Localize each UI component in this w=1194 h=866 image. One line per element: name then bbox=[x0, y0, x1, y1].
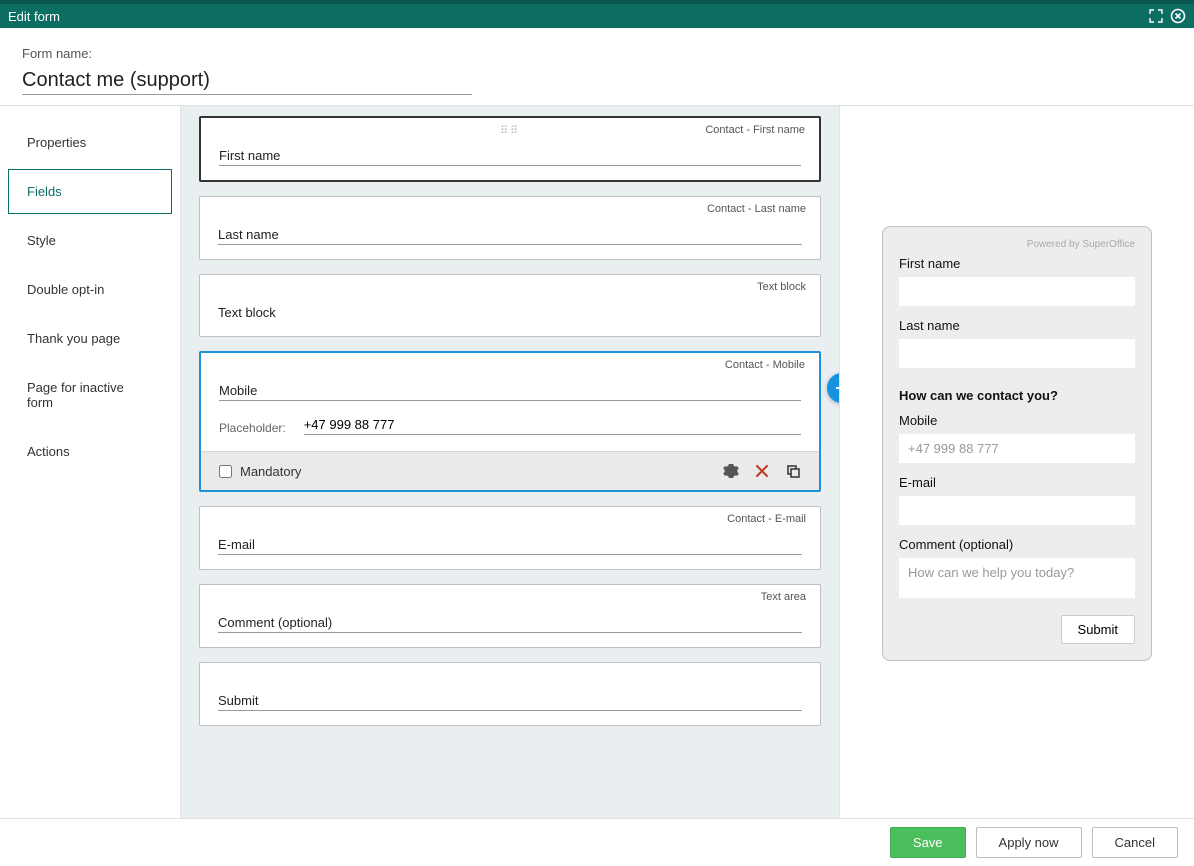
field-tag: Contact - First name bbox=[705, 124, 805, 136]
sidebar: Properties Fields Style Double opt-in Th… bbox=[0, 106, 180, 818]
field-card-footer: Mandatory bbox=[201, 451, 819, 490]
footer: Save Apply now Cancel bbox=[0, 818, 1194, 866]
preview-heading: How can we contact you? bbox=[899, 388, 1135, 403]
gear-icon[interactable] bbox=[723, 463, 739, 479]
sidebar-item-double-opt-in[interactable]: Double opt-in bbox=[8, 267, 172, 312]
add-field-button[interactable] bbox=[827, 373, 840, 403]
field-card-last-name[interactable]: Contact - Last name Last name bbox=[199, 196, 821, 260]
field-label: Comment (optional) bbox=[218, 615, 802, 633]
save-button[interactable]: Save bbox=[890, 827, 966, 858]
window-title: Edit form bbox=[8, 9, 1148, 24]
drag-handle-icon[interactable]: ⠿⠿ bbox=[500, 124, 520, 137]
field-label: E-mail bbox=[218, 537, 802, 555]
preview-submit-button[interactable]: Submit bbox=[1061, 615, 1135, 644]
form-name-label: Form name: bbox=[22, 46, 1172, 61]
field-tag: Text block bbox=[757, 281, 806, 293]
field-tag: Contact - E-mail bbox=[727, 513, 806, 525]
fields-canvas: ⠿⠿ Contact - First name First name Conta… bbox=[180, 106, 840, 818]
field-card-first-name[interactable]: ⠿⠿ Contact - First name First name bbox=[199, 116, 821, 182]
field-label: Text block bbox=[218, 305, 802, 322]
field-label: Last name bbox=[218, 227, 802, 245]
close-icon[interactable] bbox=[1170, 8, 1186, 24]
preview-email-label: E-mail bbox=[899, 475, 1135, 490]
preview-first-name-input[interactable] bbox=[899, 277, 1135, 306]
field-tag: Text area bbox=[761, 591, 806, 603]
field-card-textblock[interactable]: Text block Text block bbox=[199, 274, 821, 337]
sidebar-item-inactive-form[interactable]: Page for inactive form bbox=[8, 365, 172, 425]
field-tag: Contact - Mobile bbox=[725, 359, 805, 371]
apply-now-button[interactable]: Apply now bbox=[976, 827, 1082, 858]
preview-mobile-label: Mobile bbox=[899, 413, 1135, 428]
field-label-input[interactable] bbox=[219, 383, 801, 401]
preview-comment-input[interactable] bbox=[899, 558, 1135, 598]
field-label: First name bbox=[219, 148, 801, 166]
preview-first-name-label: First name bbox=[899, 256, 1135, 271]
preview-last-name-input[interactable] bbox=[899, 339, 1135, 368]
field-card-comment[interactable]: Text area Comment (optional) bbox=[199, 584, 821, 648]
field-card-mobile[interactable]: Contact - Mobile Placeholder: Mandatory bbox=[199, 351, 821, 492]
form-name-input[interactable] bbox=[22, 67, 472, 95]
delete-icon[interactable] bbox=[753, 462, 771, 480]
titlebar: Edit form bbox=[0, 0, 1194, 28]
preview-email-input[interactable] bbox=[899, 496, 1135, 525]
preview-mobile-input[interactable] bbox=[899, 434, 1135, 463]
sidebar-item-actions[interactable]: Actions bbox=[8, 429, 172, 474]
field-tag: Contact - Last name bbox=[707, 203, 806, 215]
mandatory-checkbox[interactable] bbox=[219, 465, 232, 478]
form-name-area: Form name: bbox=[0, 28, 1194, 106]
mandatory-checkbox-label[interactable]: Mandatory bbox=[219, 464, 301, 479]
sidebar-item-style[interactable]: Style bbox=[8, 218, 172, 263]
duplicate-icon[interactable] bbox=[785, 463, 801, 479]
placeholder-label: Placeholder: bbox=[219, 421, 286, 435]
powered-by: Powered by SuperOffice bbox=[899, 239, 1135, 250]
preview-comment-label: Comment (optional) bbox=[899, 537, 1135, 552]
field-card-email[interactable]: Contact - E-mail E-mail bbox=[199, 506, 821, 570]
field-card-submit[interactable]: Submit bbox=[199, 662, 821, 726]
preview-last-name-label: Last name bbox=[899, 318, 1135, 333]
fullscreen-icon[interactable] bbox=[1148, 8, 1164, 24]
placeholder-input[interactable] bbox=[304, 417, 801, 435]
sidebar-item-thank-you[interactable]: Thank you page bbox=[8, 316, 172, 361]
sidebar-item-fields[interactable]: Fields bbox=[8, 169, 172, 214]
preview-panel: Powered by SuperOffice First name Last n… bbox=[840, 106, 1194, 818]
cancel-button[interactable]: Cancel bbox=[1092, 827, 1178, 858]
field-label: Submit bbox=[218, 693, 802, 711]
sidebar-item-properties[interactable]: Properties bbox=[8, 120, 172, 165]
form-preview: Powered by SuperOffice First name Last n… bbox=[882, 226, 1152, 661]
